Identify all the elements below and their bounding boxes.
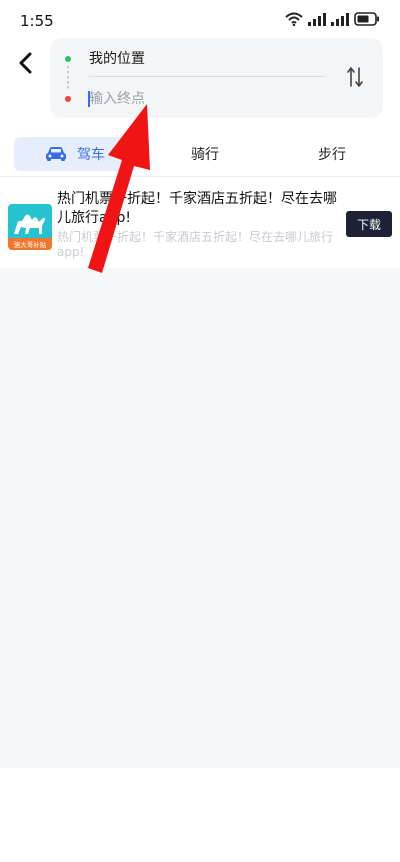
tab-ride-label: 骑行 [191,147,219,163]
route-card: 我的位置 输入终点 [50,38,383,118]
tab-drive[interactable]: 驾车 [14,137,136,171]
swap-icon[interactable] [347,66,363,88]
status-time: 1:55 [20,12,54,30]
route-divider [89,76,325,77]
download-button[interactable]: 下载 [346,211,392,237]
tab-ride[interactable]: 骑行 [150,137,260,171]
origin-field[interactable]: 我的位置 [89,48,145,68]
car-icon [46,147,66,161]
wifi-icon [285,12,303,26]
ad-icon-caption: 骆大哥补贴 [14,240,47,249]
battery-icon [354,12,379,26]
route-connector [67,66,69,90]
ad-app-icon: 骆大哥补贴 [8,204,52,250]
ad-title: 热门机票一折起！千家酒店五折起！尽在去哪儿旅行app! [57,191,337,226]
signal-icon [331,12,349,26]
signal-icon [308,12,326,26]
origin-dot-icon [65,56,71,62]
back-arrow-icon[interactable] [14,50,38,76]
destination-input[interactable]: 输入终点 [88,88,289,110]
text-cursor [88,91,90,107]
tabs-divider [0,176,400,177]
camel-logo-icon: 骆大哥补贴 [8,204,52,250]
ad-subtitle: 热门机票一折起！千家酒店五折起！尽在去哪儿旅行app! [57,230,334,259]
destination-placeholder: 输入终点 [89,91,145,107]
travel-mode-tabs: 驾车 骑行 步行 [0,137,400,173]
tab-drive-label: 驾车 [77,147,105,163]
status-icons [285,12,380,26]
destination-dot-icon [65,96,71,102]
results-area: 骆大哥补贴 热门机票一折起！千家酒店五折起！尽在去哪儿旅行app! 热门机票一折… [0,178,400,768]
ad-banner[interactable]: 骆大哥补贴 热门机票一折起！千家酒店五折起！尽在去哪儿旅行app! 热门机票一折… [0,178,400,268]
tab-walk-label: 步行 [318,147,346,163]
tab-walk[interactable]: 步行 [277,137,387,171]
